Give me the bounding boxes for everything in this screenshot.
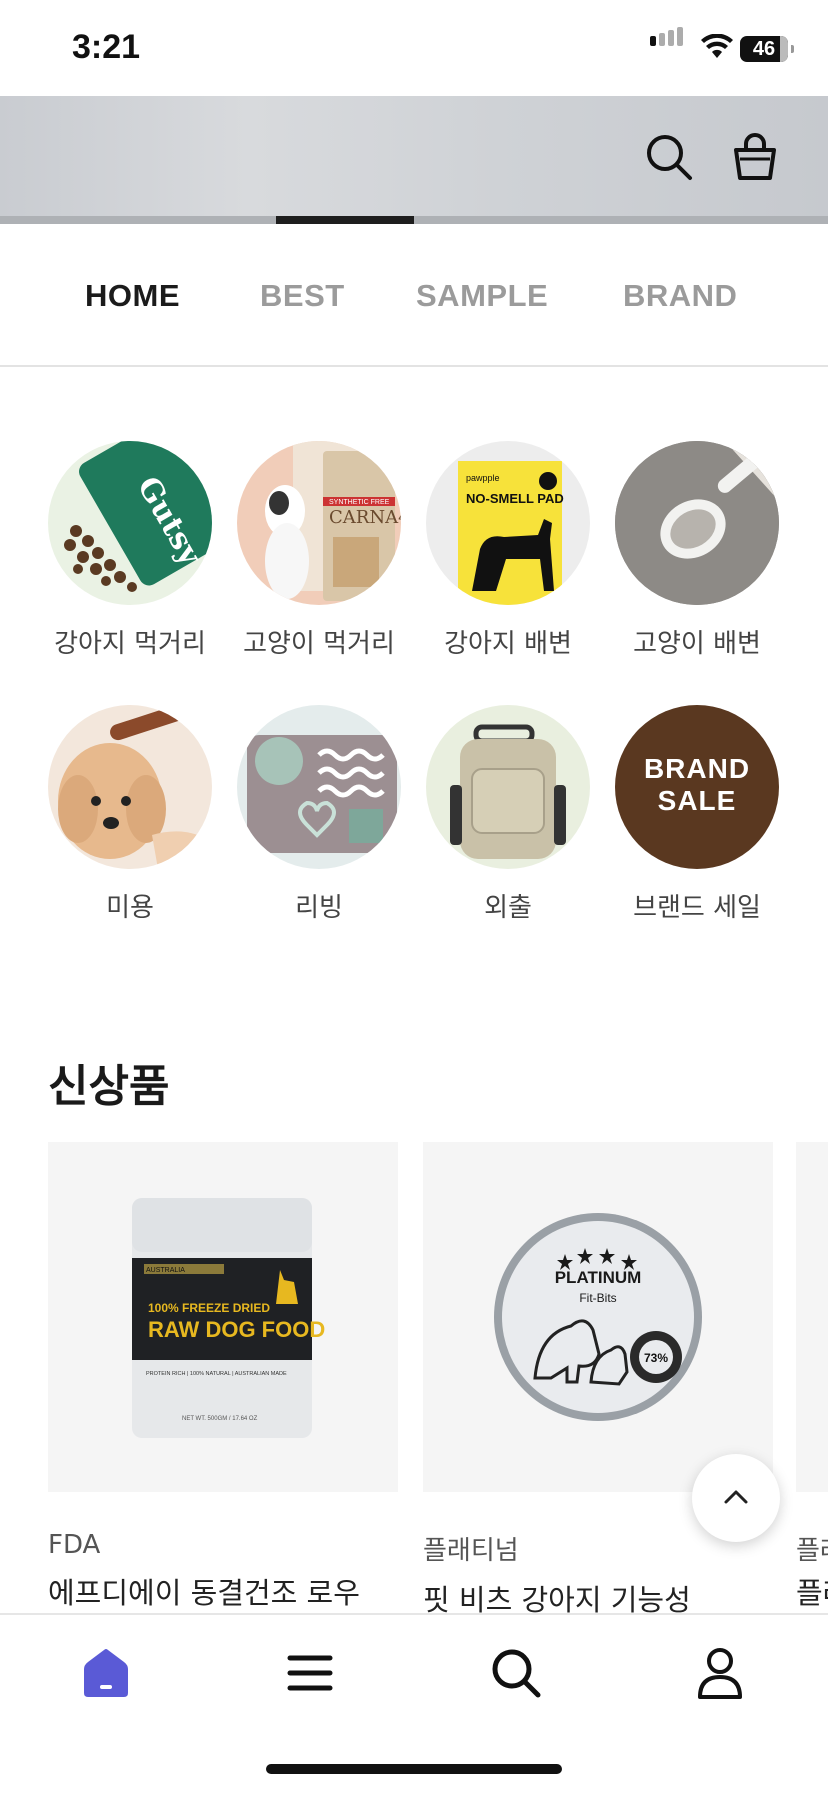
wifi-icon	[701, 34, 733, 58]
brand-sale-line1: BRAND	[643, 753, 751, 784]
status-time: 3:21	[72, 28, 141, 66]
home-indicator	[266, 1764, 562, 1774]
product-card-peek-title: 플래	[796, 1576, 828, 1610]
category-image: Gutsy	[48, 441, 212, 605]
pack-title-text: NO-SMELL PAD	[466, 491, 564, 506]
product-card-peek-image[interactable]	[796, 1142, 828, 1492]
bag-tag-text: SYNTHETIC FREE	[329, 499, 390, 506]
brand-sale-line2: SALE	[657, 785, 737, 816]
package-weight: NET WT. 500GM / 17.64 OZ	[182, 1416, 258, 1422]
category-grooming[interactable]: 미용	[45, 705, 215, 924]
product-image: PLATINUM Fit-Bits 73%	[423, 1142, 773, 1492]
product-image: AUSTRALIA 100% FREEZE DRIED RAW DOG FOOD…	[48, 1142, 398, 1492]
chevron-up-icon	[724, 1490, 748, 1504]
tab-sample[interactable]: SAMPLE	[416, 278, 548, 314]
pack-brand-text: pawpple	[466, 473, 500, 483]
category-label: 리빙	[295, 893, 343, 923]
tin-percent: 73%	[644, 1351, 668, 1365]
package-line2: RAW DOG FOOD	[148, 1317, 325, 1342]
product-card[interactable]: AUSTRALIA 100% FREEZE DRIED RAW DOG FOOD…	[48, 1142, 398, 1612]
tab-brand[interactable]: BRAND	[623, 278, 737, 314]
category-dog-potty[interactable]: pawpple NO-SMELL PAD 강아지 배변	[423, 441, 593, 660]
scroll-to-top-button[interactable]	[692, 1454, 780, 1542]
user-icon[interactable]	[690, 1643, 750, 1703]
tab-home[interactable]: HOME	[85, 278, 180, 314]
battery-icon: 46	[740, 36, 794, 62]
category-label: 고양이 먹거리	[243, 629, 395, 659]
category-label: 강아지 배변	[444, 629, 572, 659]
category-label: 외출	[484, 893, 532, 923]
package-origin: AUSTRALIA	[146, 1267, 185, 1274]
category-label: 브랜드 세일	[633, 893, 761, 923]
package-line3: PROTEIN RICH | 100% NATURAL | AUSTRALIAN…	[146, 1371, 287, 1377]
tin-brand: PLATINUM	[555, 1268, 642, 1287]
hero-banner[interactable]	[0, 96, 828, 224]
category-image	[237, 705, 401, 869]
category-label: 강아지 먹거리	[54, 629, 206, 659]
shopping-bag-icon[interactable]	[730, 132, 780, 182]
tab-best[interactable]: BEST	[260, 278, 345, 314]
category-image: pawpple NO-SMELL PAD	[426, 441, 590, 605]
search-icon[interactable]	[644, 132, 694, 182]
section-title-new-products: 신상품	[48, 1061, 170, 1112]
category-cat-food[interactable]: SYNTHETIC FREE CARNA4 고양이 먹거리	[234, 441, 404, 660]
category-image	[48, 705, 212, 869]
search-icon[interactable]	[486, 1643, 546, 1703]
menu-icon[interactable]	[280, 1643, 340, 1703]
category-label: 고양이 배변	[633, 629, 761, 659]
product-card[interactable]: PLATINUM Fit-Bits 73% 플래티넘 핏 비츠 강아지 기능성	[423, 1142, 773, 1619]
category-label: 미용	[106, 893, 154, 923]
brand-sale-badge: BRAND SALE	[615, 705, 779, 869]
main-tabs: HOME BEST SAMPLE BRAND	[0, 224, 828, 367]
banner-progress-track	[0, 216, 828, 224]
category-outdoor[interactable]: 외출	[423, 705, 593, 924]
status-bar: 3:21 46	[0, 0, 828, 96]
product-brand: FDA	[48, 1530, 101, 1560]
package-line1: 100% FREEZE DRIED	[148, 1301, 270, 1315]
category-cat-litter[interactable]: 고양이 배변	[612, 441, 782, 660]
product-title: 에프디에이 동결건조 로우	[48, 1576, 360, 1610]
category-brand-sale[interactable]: BRAND SALE 브랜드 세일	[612, 705, 782, 924]
tin-product: Fit-Bits	[579, 1291, 616, 1305]
category-image: SYNTHETIC FREE CARNA4	[237, 441, 401, 605]
product-card-peek-brand: 플래	[796, 1536, 828, 1566]
banner-progress-indicator	[276, 216, 414, 224]
category-dog-food[interactable]: Gutsy 강아지 먹거리	[45, 441, 215, 660]
category-living[interactable]: 리빙	[234, 705, 404, 924]
home-icon[interactable]	[76, 1643, 136, 1703]
category-image	[615, 441, 779, 605]
battery-level: 46	[752, 38, 776, 60]
bag-brand-text: CARNA4	[329, 507, 401, 528]
category-image	[426, 705, 590, 869]
